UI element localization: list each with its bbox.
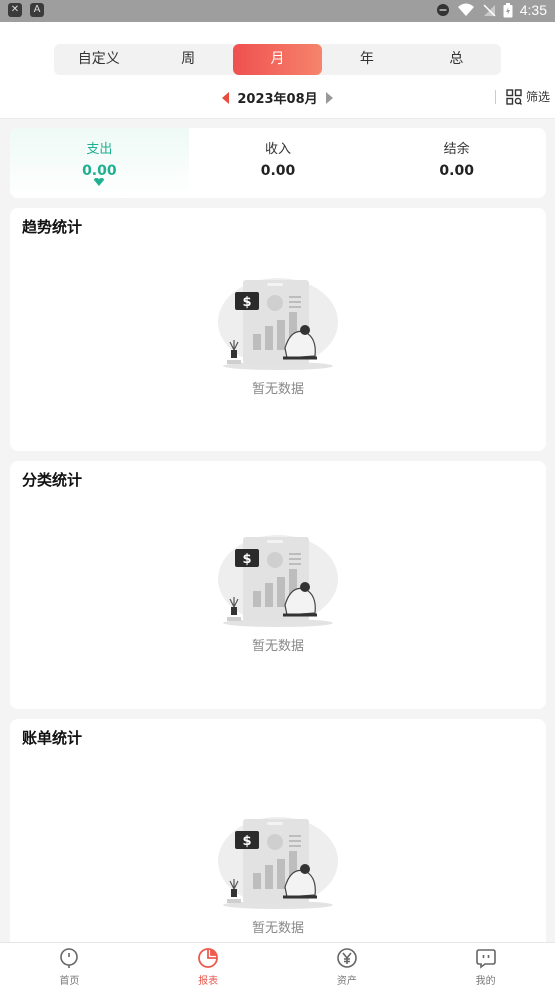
filter-button[interactable]: 筛选	[494, 88, 550, 105]
period-segmented-control: 自定义 周 月 年 总	[54, 44, 501, 75]
expense-value: 0.00	[82, 163, 117, 179]
empty-illustration-icon: $	[218, 817, 338, 909]
section-title: 趋势统计	[22, 218, 83, 236]
bottom-nav: 首页 报表 资产 我的	[0, 942, 555, 988]
tab-total[interactable]: 总	[412, 44, 501, 75]
yen-icon	[337, 948, 357, 968]
svg-text:$: $	[242, 834, 251, 849]
empty-state: $ 暂无数据	[10, 815, 546, 936]
empty-text: 暂无数据	[251, 382, 304, 397]
a-icon: A	[30, 3, 44, 17]
report-header: 自定义 周 月 年 总 2023年08月 筛选	[0, 22, 555, 119]
section-title: 分类统计	[22, 471, 83, 489]
next-period-arrow-icon[interactable]	[325, 91, 333, 104]
balance-value: 0.00	[439, 163, 474, 179]
summary-income[interactable]: 收入 0.00	[189, 128, 368, 198]
trend-stats-card: 趋势统计 $ 暂无数据	[10, 208, 546, 451]
dnd-icon	[436, 4, 449, 16]
prev-period-arrow-icon[interactable]	[222, 91, 230, 104]
no-signal-icon	[483, 4, 496, 17]
income-label: 收入	[265, 142, 292, 157]
period-label: 2023年08月	[237, 92, 318, 107]
empty-illustration-icon: $	[218, 535, 338, 627]
bill-stats-card: 账单统计 $ 暂无数据	[10, 719, 546, 942]
pie-chart-icon	[198, 948, 219, 968]
nav-assets[interactable]: 资产	[278, 943, 417, 988]
divider	[494, 89, 496, 104]
nav-assets-label: 资产	[336, 976, 357, 987]
empty-state: $ 暂无数据	[10, 276, 546, 397]
svg-text:$: $	[242, 552, 251, 567]
empty-text: 暂无数据	[251, 921, 304, 936]
empty-state: $ 暂无数据	[10, 533, 546, 654]
nav-home-label: 首页	[59, 976, 80, 987]
nav-report[interactable]: 报表	[139, 943, 278, 988]
summary-balance[interactable]: 结余 0.00	[367, 128, 546, 198]
nav-mine-label: 我的	[475, 976, 496, 987]
summary-expense[interactable]: 支出 0.00	[10, 128, 189, 198]
summary-card: 支出 0.00 收入 0.00 结余 0.00	[10, 128, 546, 198]
battery-icon	[503, 2, 513, 17]
nav-report-label: 报表	[198, 976, 219, 987]
wifi-icon	[457, 3, 474, 16]
tab-year[interactable]: 年	[322, 44, 411, 75]
nav-home[interactable]: 首页	[0, 943, 139, 988]
income-value: 0.00	[260, 163, 296, 179]
svg-text:$: $	[242, 295, 251, 310]
face-icon	[475, 949, 496, 969]
nav-mine[interactable]: 我的	[416, 943, 555, 988]
balance-label: 结余	[443, 142, 470, 157]
selected-indicator-icon	[94, 178, 105, 186]
section-title: 账单统计	[22, 729, 83, 747]
tab-custom[interactable]: 自定义	[54, 44, 143, 75]
period-selector: 2023年08月	[0, 88, 555, 108]
shield-icon: ✕	[8, 3, 22, 17]
filter-label: 筛选	[525, 90, 550, 104]
clock: 4:35	[519, 2, 547, 18]
tab-week[interactable]: 周	[143, 44, 232, 75]
filter-grid-icon	[506, 88, 522, 105]
expense-label: 支出	[86, 142, 113, 157]
status-bar: ✕ A 4:35	[0, 0, 555, 22]
tab-month[interactable]: 月	[232, 44, 323, 75]
empty-text: 暂无数据	[251, 639, 304, 654]
home-pin-icon	[60, 948, 79, 968]
empty-illustration-icon: $	[218, 278, 338, 370]
category-stats-card: 分类统计 $ 暂无数据	[10, 461, 546, 709]
